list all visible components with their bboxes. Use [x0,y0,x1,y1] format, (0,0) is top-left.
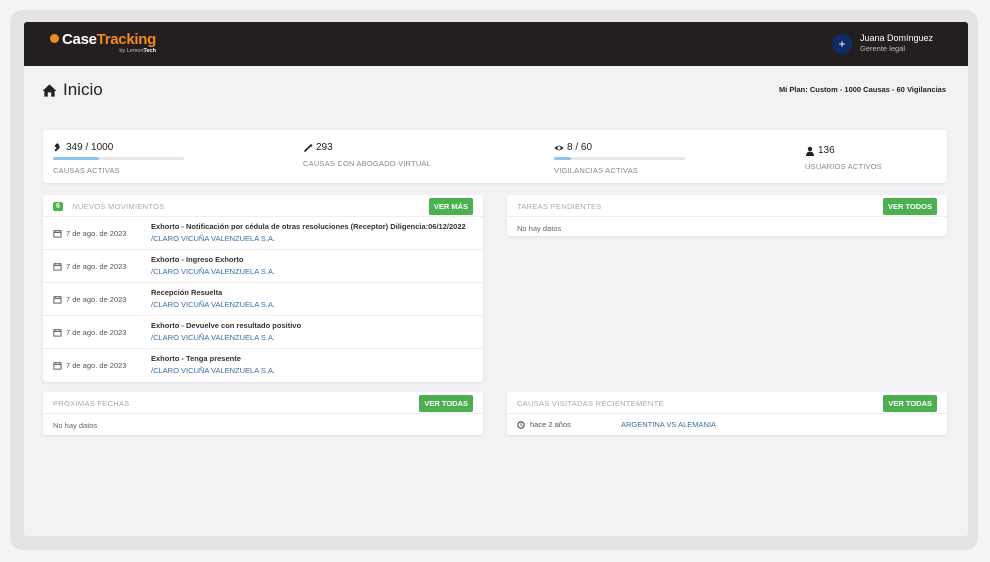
stat-value: 136 [818,145,835,156]
gavel-icon [54,142,61,152]
list-item[interactable]: 7 de ago. de 2023 Exhorto - Devuelve con… [43,316,483,349]
plan-info: Mi Plan: Custom - 1000 Causas - 60 Vigil… [778,85,946,94]
user-role: Gerente legal [860,44,906,53]
movement-date: 7 de ago. de 2023 [66,295,127,304]
causas-progress-fill [53,157,99,160]
empty-message: No hay datos [517,224,562,233]
vigilancias-progress-bar [554,157,685,160]
clock-icon [517,420,525,429]
proximas-fechas-card: PRÓXIMAS FECHAS VER TODAS No hay datos [43,392,483,435]
stat-abogado-virtual[interactable]: 293 CAUSAS CON ABOGADO VIRTUAL [303,142,431,168]
card-title: PRÓXIMAS FECHAS [53,399,130,408]
stat-label: USUARIOS ACTIVOS [805,162,882,171]
card-title: TAREAS PENDIENTES [517,202,602,211]
movement-title: Exhorto - Notificación por cédula de otr… [151,222,466,231]
page-title: Inicio [42,80,103,100]
vigilancias-progress-fill [554,157,572,160]
causas-progress-bar [53,157,184,160]
visit-time: hace 2 años [530,420,571,429]
count-badge: 6 [53,202,64,211]
home-icon [42,83,57,97]
magic-wand-icon [303,143,313,152]
causas-visitadas-card: CAUSAS VISITADAS RECIENTEMENTE VER TODAS… [507,392,947,435]
calendar-icon [53,295,62,304]
visited-case-link[interactable]: ARGENTINA VS ALEMANIA [621,420,716,429]
ver-mas-button[interactable]: VER MÁS [428,198,473,215]
calendar-icon [53,361,62,370]
card-header: TAREAS PENDIENTES VER TODOS [507,195,947,217]
movement-case-link[interactable]: /CLARO VICUÑA VALENZUELA S.A. [151,300,275,309]
list-item[interactable]: 7 de ago. de 2023 Exhorto - Notificación… [43,217,483,250]
empty-message: No hay datos [53,421,98,430]
stat-label: VIGILANCIAS ACTIVAS [554,166,639,175]
stats-card: 349 / 1000 CAUSAS ACTIVAS 293 CAUSAS CON… [43,130,947,183]
stat-vigilancias-activas[interactable]: 8 / 60 VIGILANCIAS ACTIVAS [554,142,685,175]
stat-value: 8 / 60 [567,142,593,153]
logo-tech-text: Tech [143,48,156,54]
nuevos-movimientos-card: 6 NUEVOS MOVIMIENTOS VER MÁS 7 de ago. d… [43,195,483,382]
logo-text-tracking: Tracking [96,31,157,48]
top-navbar: Case Tracking by LemonTech + Juana Domíng… [24,22,968,66]
page-title-text: Inicio [63,80,103,99]
list-item[interactable]: 7 de ago. de 2023 Exhorto - Tenga presen… [43,349,483,382]
logo-by-text: by Lemon [119,48,144,54]
card-title: NUEVOS MOVIMIENTOS [72,202,165,211]
card-header: PRÓXIMAS FECHAS VER TODAS [43,392,483,414]
list-item[interactable]: hace 2 años ARGENTINA VS ALEMANIA [507,414,947,434]
logo-text-case: Case [62,31,97,48]
calendar-icon [53,229,62,238]
stat-label: CAUSAS ACTIVAS [53,166,120,175]
movement-case-link[interactable]: /CLARO VICUÑA VALENZUELA S.A. [151,333,275,342]
user-name[interactable]: Juana Domínguez [860,33,933,43]
calendar-icon [53,328,62,337]
eye-icon [554,145,564,150]
movement-case-link[interactable]: /CLARO VICUÑA VALENZUELA S.A. [151,366,275,375]
movement-case-link[interactable]: /CLARO VICUÑA VALENZUELA S.A. [151,234,275,243]
stat-usuarios-activos[interactable]: 136 USUARIOS ACTIVOS [805,142,882,171]
movement-title: Recepción Resuelta [151,288,223,297]
movement-title: Exhorto - Tenga presente [151,354,241,363]
list-item[interactable]: 7 de ago. de 2023 Recepción Resuelta /CL… [43,283,483,316]
card-header: 6 NUEVOS MOVIMIENTOS VER MÁS [43,195,483,217]
app-window: Case Tracking by LemonTech + Juana Domíng… [24,22,968,536]
list-item[interactable]: 7 de ago. de 2023 Exhorto - Ingreso Exho… [43,250,483,283]
stat-causas-activas[interactable]: 349 / 1000 CAUSAS ACTIVAS [53,142,184,175]
movement-date: 7 de ago. de 2023 [66,262,127,271]
card-title: CAUSAS VISITADAS RECIENTEMENTE [517,399,664,408]
ver-todas-button[interactable]: VER TODAS [419,395,473,412]
user-icon [806,146,814,156]
movement-title: Exhorto - Ingreso Exhorto [151,255,244,264]
tareas-pendientes-card: TAREAS PENDIENTES VER TODOS No hay datos [507,195,947,236]
stat-value: 349 / 1000 [66,142,114,153]
movement-date: 7 de ago. de 2023 [66,328,127,337]
movement-date: 7 de ago. de 2023 [66,229,127,238]
movement-title: Exhorto - Devuelve con resultado positiv… [151,321,302,330]
ver-todas-button[interactable]: VER TODAS [883,395,937,412]
movement-case-link[interactable]: /CLARO VICUÑA VALENZUELA S.A. [151,267,275,276]
calendar-icon [53,262,62,271]
card-header: CAUSAS VISITADAS RECIENTEMENTE VER TODAS [507,392,947,414]
movement-date: 7 de ago. de 2023 [66,361,127,370]
movimientos-list: 7 de ago. de 2023 Exhorto - Notificación… [43,217,483,382]
stat-value: 293 [316,142,333,153]
user-avatar-button[interactable]: + [832,34,852,54]
stat-label: CAUSAS CON ABOGADO VIRTUAL [303,159,432,168]
lemon-icon [50,34,59,43]
ver-todos-button[interactable]: VER TODOS [882,198,937,215]
casetracking-logo[interactable]: Case Tracking by LemonTech [50,31,156,54]
